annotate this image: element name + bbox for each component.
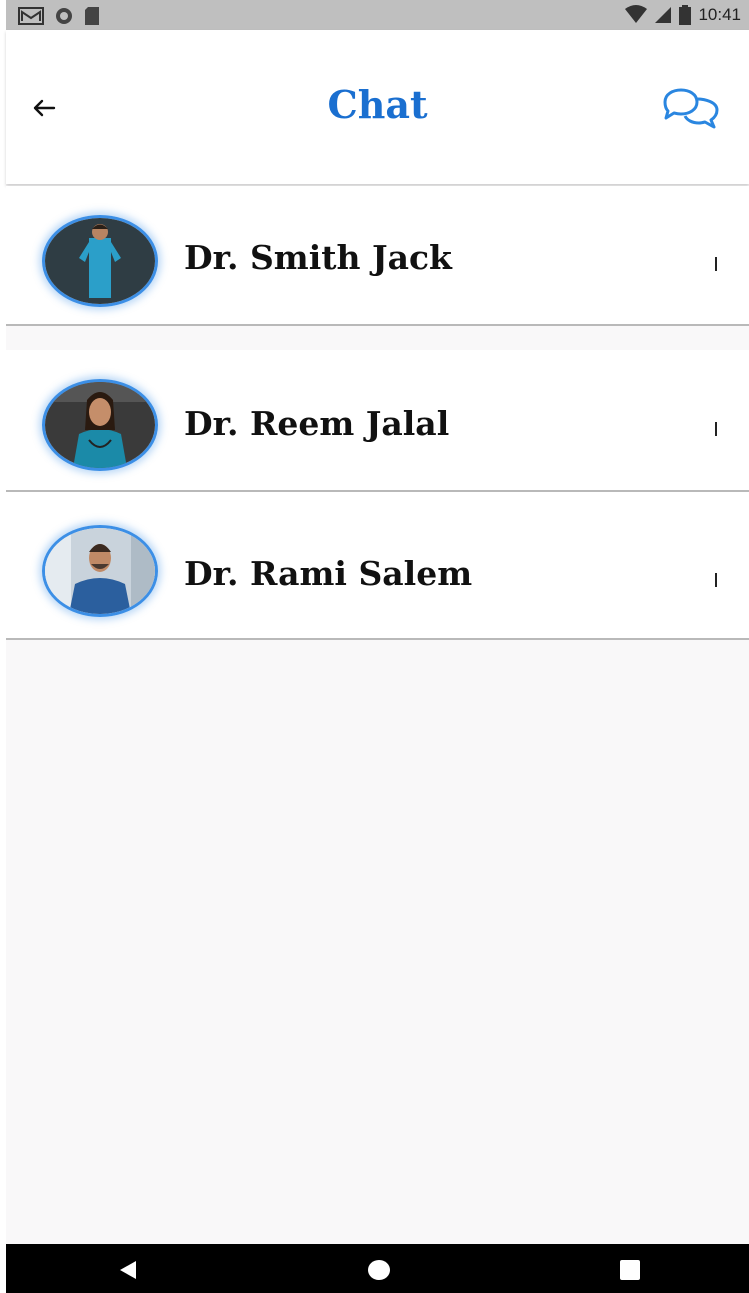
app-bar: Chat <box>6 30 749 184</box>
home-circle-icon[interactable] <box>367 1259 391 1281</box>
wifi-icon <box>625 5 648 23</box>
doctor-name: Dr. Smith Jack <box>184 238 452 277</box>
status-left-icons <box>18 6 100 26</box>
status-bar: 10:41 <box>6 0 749 30</box>
sd-card-icon <box>85 7 99 25</box>
doctor-photo <box>45 218 155 304</box>
status-time: 10:41 <box>698 5 741 24</box>
circle-icon <box>56 8 72 24</box>
chat-list-item-rami-salem[interactable]: Dr. Rami Salem <box>6 492 749 640</box>
doctor-photo <box>45 528 155 614</box>
avatar <box>42 215 158 307</box>
screen: 10:41 Chat Dr. Smith Jack Dr. Reem Jalal… <box>6 0 749 1293</box>
gmail-icon <box>18 7 44 25</box>
doctor-photo <box>45 382 155 468</box>
recents-square-icon[interactable] <box>619 1259 641 1281</box>
doctor-name: Dr. Reem Jalal <box>184 404 450 443</box>
row-indicator <box>715 257 717 271</box>
chat-bubbles-icon <box>663 88 719 129</box>
avatar <box>42 525 158 617</box>
page-title: Chat <box>327 82 428 127</box>
battery-icon <box>679 5 692 25</box>
back-triangle-icon[interactable] <box>118 1260 138 1280</box>
chat-list-item-reem-jalal[interactable]: Dr. Reem Jalal <box>6 350 749 492</box>
row-indicator <box>715 422 717 436</box>
doctor-name: Dr. Rami Salem <box>184 554 473 593</box>
chat-list-item-smith-jack[interactable]: Dr. Smith Jack <box>6 186 749 326</box>
status-right-icons: 10:41 <box>624 4 741 26</box>
system-nav-bar <box>6 1244 749 1293</box>
avatar <box>42 379 158 471</box>
row-indicator <box>715 573 717 587</box>
new-chat-button[interactable] <box>659 86 725 130</box>
signal-icon <box>655 7 672 23</box>
